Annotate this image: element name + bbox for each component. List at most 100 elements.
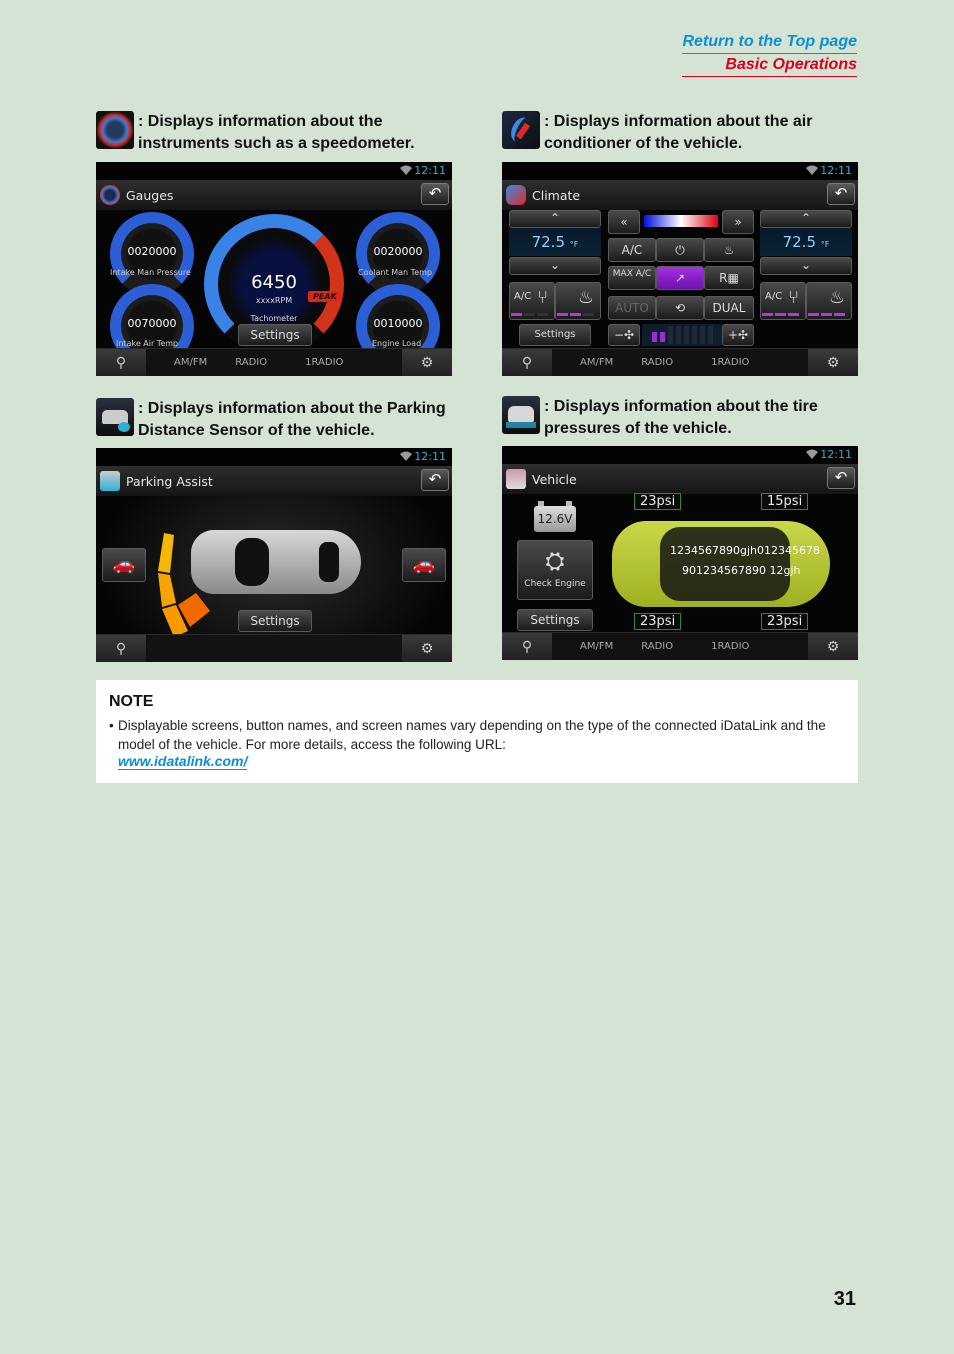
climate-description-text: : Displays information about the air con… [544,113,813,152]
fan-icon: ✣ [738,328,749,342]
wifi-icon [806,165,818,175]
battery-icon [538,501,572,506]
settings-gear-button[interactable]: ⚙ [402,635,452,662]
screen-title: Gauges [126,187,174,203]
parking-app-icon [100,471,120,491]
source-amfm[interactable]: AM/FM [580,357,613,368]
left-temp-value: 72.5 [531,233,565,251]
settings-button[interactable]: Settings [238,324,312,346]
front-camera-button[interactable]: 🚗 [102,548,146,582]
basic-operations-link[interactable]: Basic Operations [682,54,857,77]
clock: 12:11 [414,450,446,463]
gauges-description: : Displays information about the instrum… [96,111,458,154]
search-button[interactable]: ⚲ [96,348,146,376]
fan-icon: ✣ [624,328,635,342]
title-bar: Climate ↶ [502,180,858,210]
bottom-bar: ⚲ AM/FM RADIO 1RADIO ⚙ [96,348,452,376]
back-button[interactable]: ↶ [827,467,855,489]
fan-level-inactive [676,326,681,344]
settings-button[interactable]: Settings [517,609,593,631]
seat-ac-label: A/C [514,291,532,302]
clock: 12:11 [414,164,446,177]
return-top-link[interactable]: Return to the Top page [682,31,857,54]
peak-badge: PEAK [308,291,342,302]
overlay-text-line-1: 1234567890gjh012345678 [670,544,820,557]
seat-ac-label: A/C [765,291,783,302]
left-temp-down-button[interactable]: ⌄ [509,257,601,275]
wifi-icon [400,165,412,175]
header-links: Return to the Top page Basic Operations [682,31,857,77]
vehicle-icon [502,396,540,434]
bullet: • [109,718,114,733]
source-amfm[interactable]: AM/FM [174,357,207,368]
search-button[interactable]: ⚲ [502,632,552,660]
source-1radio[interactable]: 1RADIO [711,357,749,368]
recirculation-button[interactable]: ⟲ [656,296,704,320]
settings-gear-button[interactable]: ⚙ [808,633,858,660]
settings-button[interactable]: Settings [519,324,591,346]
note-box: NOTE • Displayable screens, button names,… [96,680,858,783]
gauge-label: Coolant Man Temp [358,268,432,277]
seat-level-segment [834,313,845,316]
fan-up-button[interactable]: +✣ [722,324,754,346]
source-1radio[interactable]: 1RADIO [711,641,749,652]
sensor-zone-1 [158,533,174,573]
bottom-bar: ⚲ AM/FM RADIO 1RADIO ⚙ [502,632,858,660]
back-arrow-icon: ↶ [834,184,848,202]
power-button[interactable]: ⏻ [656,238,704,262]
temp-warmer-button[interactable]: » [722,210,754,234]
back-button[interactable]: ↶ [421,183,449,205]
clock: 12:11 [820,448,852,461]
temp-cooler-button[interactable]: « [608,210,640,234]
back-button[interactable]: ↶ [827,183,855,205]
idatalink-url-link[interactable]: www.idatalink.com/ [118,753,248,770]
fan-down-button[interactable]: −✣ [608,324,640,346]
seat-level-segment [557,313,568,316]
source-radio[interactable]: RADIO [641,641,673,652]
defrost-icon: ▦ [727,271,739,285]
battery-voltage: 12.6V [534,501,576,532]
settings-button[interactable]: Settings [238,610,312,632]
check-engine-label: Check Engine [524,579,586,589]
screen-title: Climate [532,187,581,203]
search-button[interactable]: ⚲ [502,348,552,376]
airflow-mode-button[interactable]: ↗ [656,266,704,290]
auto-button[interactable]: AUTO [608,296,656,320]
tachometer-value: 6450 [251,272,297,293]
front-defrost-button[interactable]: ♨ [704,238,754,262]
right-temp-down-button[interactable]: ⌄ [760,257,852,275]
status-bar: 12:11 [502,446,858,464]
gauges-app-icon [100,185,120,205]
search-button[interactable]: ⚲ [96,634,146,662]
source-radio[interactable]: RADIO [641,357,673,368]
tachometer-label: Tachometer [250,314,298,323]
ac-button[interactable]: A/C [608,238,656,262]
heated-seat-icon: ♨ [828,287,845,308]
parking-screen: 12:11 Parking Assist ↶ 🚗 🚗 Settings ⚲ ⚙ [96,448,452,662]
max-ac-button[interactable]: MAX A/C [608,266,656,290]
check-engine-button[interactable]: ⛭ Check Engine [517,540,593,600]
rear-defrost-button[interactable]: R▦ [704,266,754,290]
settings-gear-button[interactable]: ⚙ [808,349,858,376]
seat-level-segment [762,313,773,316]
status-bar: 12:11 [96,448,452,466]
fan-level-inactive [692,326,697,344]
title-bar: Vehicle ↶ [502,464,858,494]
parking-assist-icon [96,398,134,436]
source-amfm[interactable]: AM/FM [580,641,613,652]
temp-color-bar [644,215,718,227]
right-temp-up-button[interactable]: ⌃ [760,210,852,228]
tire-rear-left: 23psi [634,613,682,630]
back-button[interactable]: ↶ [421,469,449,491]
source-1radio[interactable]: 1RADIO [305,357,343,368]
source-radio[interactable]: RADIO [235,357,267,368]
left-temp-up-button[interactable]: ⌃ [509,210,601,228]
settings-gear-button[interactable]: ⚙ [402,349,452,376]
rear-camera-icon: 🚗 [412,554,436,575]
fan-level-inactive [668,326,673,344]
rear-camera-button[interactable]: 🚗 [402,548,446,582]
title-bar: Gauges ↶ [96,180,452,210]
dual-button[interactable]: DUAL [704,296,754,320]
bottom-bar: ⚲ ⚙ [96,634,452,662]
gauge-label: Intake Man Pressure [110,268,191,277]
